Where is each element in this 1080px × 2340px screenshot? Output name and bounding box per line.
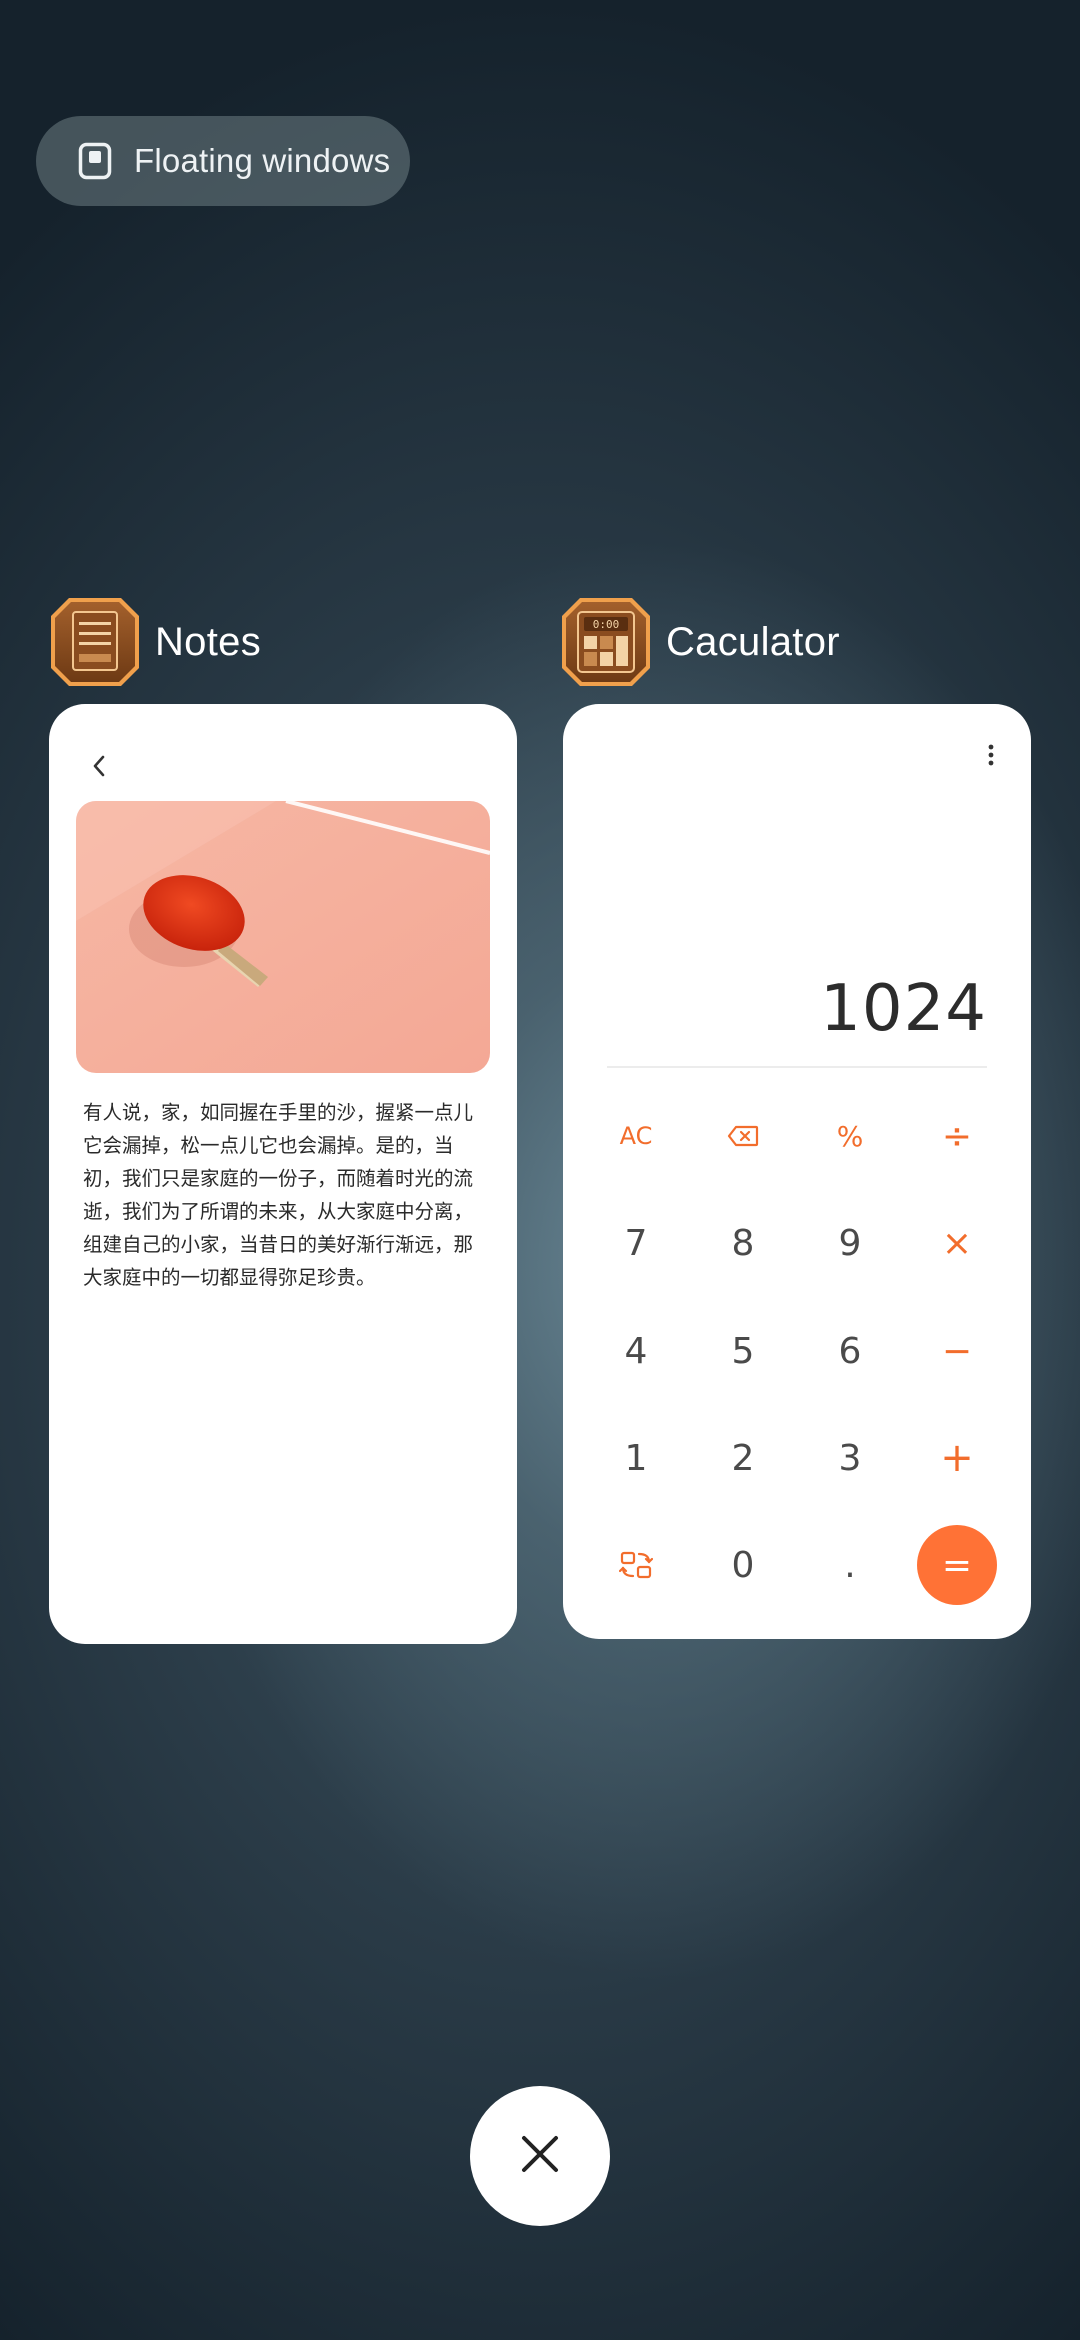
key-5[interactable]: 5 — [703, 1311, 783, 1391]
switch-mode-icon[interactable] — [596, 1525, 676, 1605]
chevron-left-icon[interactable] — [79, 746, 119, 786]
key-7[interactable]: 7 — [596, 1203, 676, 1283]
key-equals[interactable]: = — [917, 1525, 997, 1605]
key-plus[interactable]: + — [917, 1418, 997, 1498]
key-2[interactable]: 2 — [703, 1418, 783, 1498]
notes-app-icon — [49, 596, 141, 688]
key-all-clear[interactable]: AC — [596, 1096, 676, 1176]
calculator-app-header[interactable]: 0:00 Caculator — [560, 596, 840, 688]
key-0[interactable]: 0 — [703, 1525, 783, 1605]
key-minus[interactable]: − — [917, 1311, 997, 1391]
calculator-app-icon: 0:00 — [560, 596, 652, 688]
key-4[interactable]: 4 — [596, 1311, 676, 1391]
key-divide[interactable]: ÷ — [917, 1096, 997, 1176]
close-icon — [520, 2134, 560, 2179]
key-8[interactable]: 8 — [703, 1203, 783, 1283]
calculator-display: 1024 — [820, 972, 987, 1046]
calculator-window-card[interactable]: 1024 AC % ÷ 7 8 9 × 4 5 6 − 1 2 3 + 0 . … — [563, 704, 1031, 1639]
notes-window-card[interactable]: 有人说，家，如同握在手里的沙，握紧一点儿 它会漏掉，松一点儿它也会漏掉。是的，当… — [49, 704, 517, 1644]
key-3[interactable]: 3 — [810, 1418, 890, 1498]
key-multiply[interactable]: × — [917, 1203, 997, 1283]
key-6[interactable]: 6 — [810, 1311, 890, 1391]
note-body-text: 有人说，家，如同握在手里的沙，握紧一点儿 它会漏掉，松一点儿它也会漏掉。是的，当… — [83, 1101, 474, 1289]
floating-window-icon — [78, 142, 112, 180]
ping-pong-paddle-photo — [76, 801, 490, 1073]
calculator-app-name: Caculator — [666, 619, 840, 664]
notes-app-name: Notes — [155, 619, 261, 664]
floating-windows-label: Floating windows — [134, 142, 391, 179]
svg-text:0:00: 0:00 — [593, 618, 620, 631]
close-all-button[interactable] — [470, 2086, 610, 2226]
display-divider — [607, 1066, 987, 1068]
key-percent[interactable]: % — [810, 1096, 890, 1176]
floating-windows-button[interactable]: Floating windows — [36, 116, 410, 206]
key-decimal[interactable]: . — [810, 1525, 890, 1605]
more-vertical-icon[interactable] — [979, 740, 1003, 770]
key-1[interactable]: 1 — [596, 1418, 676, 1498]
key-9[interactable]: 9 — [810, 1203, 890, 1283]
notes-app-header[interactable]: Notes — [49, 596, 261, 688]
backspace-icon[interactable] — [703, 1096, 783, 1176]
